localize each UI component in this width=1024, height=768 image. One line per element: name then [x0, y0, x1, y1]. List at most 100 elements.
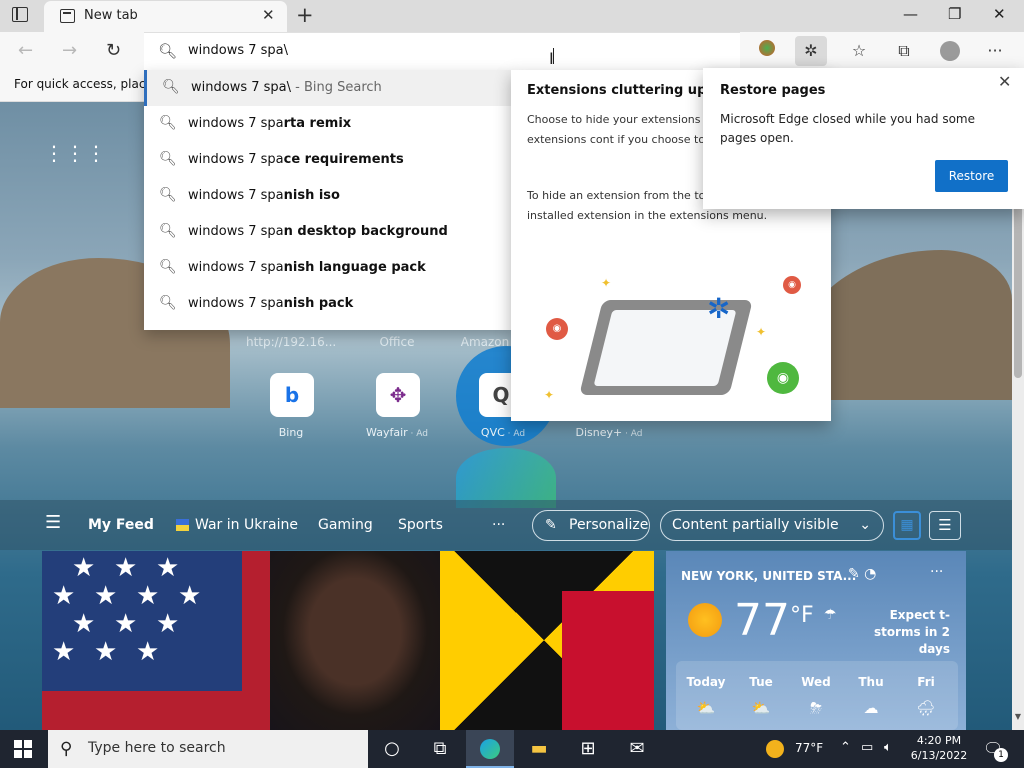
quick-link-bing[interactable]: Bing	[246, 426, 336, 439]
edge-logo-reflection	[456, 448, 556, 508]
tray-temperature[interactable]: 77°F	[795, 741, 823, 755]
suggestion-item[interactable]: 🔍︎ windows 7 spanish pack	[144, 286, 512, 322]
forward-button[interactable]: →	[62, 40, 77, 61]
feed-navigation: ☰ My Feed War in Ukraine Gaming Sports ·…	[0, 500, 1012, 550]
weather-sun-icon[interactable]	[766, 740, 784, 758]
hidden-eye-icon: ◉	[546, 318, 568, 340]
restore-pages-title: Restore pages	[720, 83, 826, 98]
ukraine-flag-icon	[176, 519, 189, 531]
search-icon: ⚲	[60, 739, 73, 759]
content-visibility-dropdown[interactable]: Content partially visible ⌄	[660, 510, 884, 541]
weather-alert[interactable]: Expect t-storms in 2 days	[846, 607, 950, 658]
puzzle-piece-icon: ✲	[707, 292, 731, 325]
favorites-star-icon[interactable]: ☆	[843, 36, 875, 66]
quick-link-label[interactable]: http://192.16...	[246, 335, 336, 349]
tab-new-tab[interactable]: New tab ✕	[44, 1, 287, 32]
close-window-button[interactable]: ✕	[993, 5, 1006, 23]
restore-window-button[interactable]: ❐	[948, 5, 961, 23]
extensions-puzzle-icon[interactable]: ✲	[795, 36, 827, 66]
us-flag-canton: ★ ★ ★ ★ ★ ★ ★ ★ ★ ★ ★ ★ ★	[42, 551, 242, 691]
suggestion-item[interactable]: 🔍︎ windows 7 span desktop background	[144, 214, 512, 250]
tab-sports[interactable]: Sports	[398, 517, 443, 533]
quick-link-qvc[interactable]: QVC · Ad	[458, 426, 548, 439]
umbrella-icon: ☂	[824, 607, 837, 623]
tab-war-in-ukraine[interactable]: War in Ukraine	[195, 517, 298, 533]
back-button[interactable]: ←	[18, 40, 33, 61]
content-visibility-label: Content partially visible	[672, 517, 839, 533]
grid-view-icon[interactable]: ▦	[893, 511, 921, 540]
suggestion-item[interactable]: 🔍︎ windows 7 spa\ - Bing Search	[144, 70, 512, 106]
settings-more-icon[interactable]: ···	[979, 36, 1011, 66]
forecast-day[interactable]: Today	[678, 675, 734, 689]
quick-link-wayfair[interactable]: Wayfair · Ad	[352, 426, 442, 439]
edit-location-icon[interactable]: ✎ ◔	[848, 566, 876, 582]
weather-location[interactable]: NEW YORK, UNITED STA...	[681, 569, 856, 583]
rain-icon: 🌧︎	[916, 699, 936, 717]
refresh-button[interactable]: ↻	[106, 40, 121, 61]
tab-close-icon[interactable]: ✕	[262, 6, 275, 24]
quick-link-label[interactable]: Office	[352, 335, 442, 349]
tab-actions-icon[interactable]	[12, 7, 28, 22]
more-tabs-button[interactable]: ···	[492, 517, 505, 533]
file-explorer-icon[interactable]: ▬	[515, 730, 563, 768]
windows-start-icon[interactable]	[14, 740, 32, 758]
more-options-icon[interactable]: ···	[930, 564, 943, 580]
forecast-day[interactable]: Tue	[733, 675, 789, 689]
extension-globe-icon[interactable]	[751, 36, 783, 66]
address-bar[interactable]: 🔍︎ windows 7 spa\	[144, 32, 740, 70]
suggestion-item[interactable]: 🔍︎ windows 7 spanish language pack	[144, 250, 512, 286]
microsoft-store-icon[interactable]: ⊞	[564, 730, 612, 768]
forecast-strip: Today Tue Wed Thu Fri ⛅ ⛅ ⛈ ☁ 🌧︎	[676, 661, 958, 730]
edge-taskbar-icon[interactable]	[466, 730, 514, 768]
taskbar-search-box[interactable]: ⚲ Type here to search	[48, 730, 368, 768]
bing-icon[interactable]: b	[270, 373, 314, 417]
weather-temperature: 77	[734, 595, 790, 646]
suggestion-item[interactable]: 🔍︎ windows 7 spanish iso	[144, 178, 512, 214]
text-cursor-pointer-icon: I	[549, 49, 554, 68]
partly-cloudy-icon: ⛅	[751, 699, 771, 717]
clock-date[interactable]: 6/13/2022	[909, 749, 969, 762]
profile-avatar[interactable]	[940, 41, 960, 61]
mail-icon[interactable]: ✉	[613, 730, 661, 768]
search-icon: 🔍︎	[159, 151, 177, 167]
weather-card[interactable]: NEW YORK, UNITED STA... ✎ ◔ ··· 77 °F ☂ …	[666, 551, 966, 730]
network-icon[interactable]: ▭	[861, 740, 873, 755]
partly-sunny-icon: ⛅	[696, 699, 716, 717]
restore-button[interactable]: Restore	[935, 160, 1008, 192]
forecast-day[interactable]: Thu	[843, 675, 899, 689]
hidden-eye-icon: ◉	[783, 276, 801, 294]
scroll-down-arrow-icon[interactable]: ▼	[1012, 712, 1024, 721]
restore-pages-message: Microsoft Edge closed while you had some…	[720, 112, 975, 145]
cloudy-icon: ☁	[863, 699, 879, 717]
forecast-day[interactable]: Fri	[898, 675, 954, 689]
thunderstorm-icon: ⛈	[809, 699, 822, 717]
tab-my-feed[interactable]: My Feed	[88, 517, 154, 533]
personalize-button[interactable]: ✎ Personalize	[532, 510, 650, 541]
volume-muted-icon[interactable]: 🔈︎	[884, 740, 892, 755]
suggestion-item[interactable]: 🔍︎ windows 7 space requirements	[144, 142, 512, 178]
new-tab-button[interactable]: +	[296, 3, 314, 27]
cortana-icon[interactable]: ○	[368, 730, 416, 768]
task-view-icon[interactable]: ⧉	[416, 730, 464, 768]
collections-icon[interactable]: ⧉	[888, 36, 920, 66]
sunny-icon	[688, 603, 722, 637]
restore-pages-popup: Restore pages ✕ Microsoft Edge closed wh…	[703, 68, 1024, 209]
new-tab-page-icon	[60, 9, 75, 23]
list-view-icon[interactable]: ☰	[929, 511, 961, 540]
suggestion-item[interactable]: 🔍︎ windows 7 sparta remix	[144, 106, 512, 142]
close-icon[interactable]: ✕	[998, 72, 1011, 91]
temperature-unit[interactable]: °F	[790, 603, 814, 628]
clock-time[interactable]: 4:20 PM	[916, 734, 962, 747]
forecast-day[interactable]: Wed	[788, 675, 844, 689]
news-card-image[interactable]: ★ ★ ★ ★ ★ ★ ★ ★ ★ ★ ★ ★ ★	[42, 551, 654, 730]
pencil-icon: ✎	[545, 517, 557, 533]
tab-gaming[interactable]: Gaming	[318, 517, 373, 533]
chevron-up-icon[interactable]: ⌃	[840, 740, 851, 755]
hamburger-menu-icon[interactable]: ☰	[45, 512, 61, 533]
wayfair-icon[interactable]: ✥	[376, 373, 420, 417]
app-launcher-icon[interactable]: ⋮⋮⋮	[44, 143, 107, 163]
quick-link-disney[interactable]: Disney+ · Ad	[564, 426, 654, 439]
tab-title: New tab	[84, 8, 138, 23]
minimize-button[interactable]: —	[903, 5, 918, 23]
address-input[interactable]: windows 7 spa\	[188, 43, 288, 58]
